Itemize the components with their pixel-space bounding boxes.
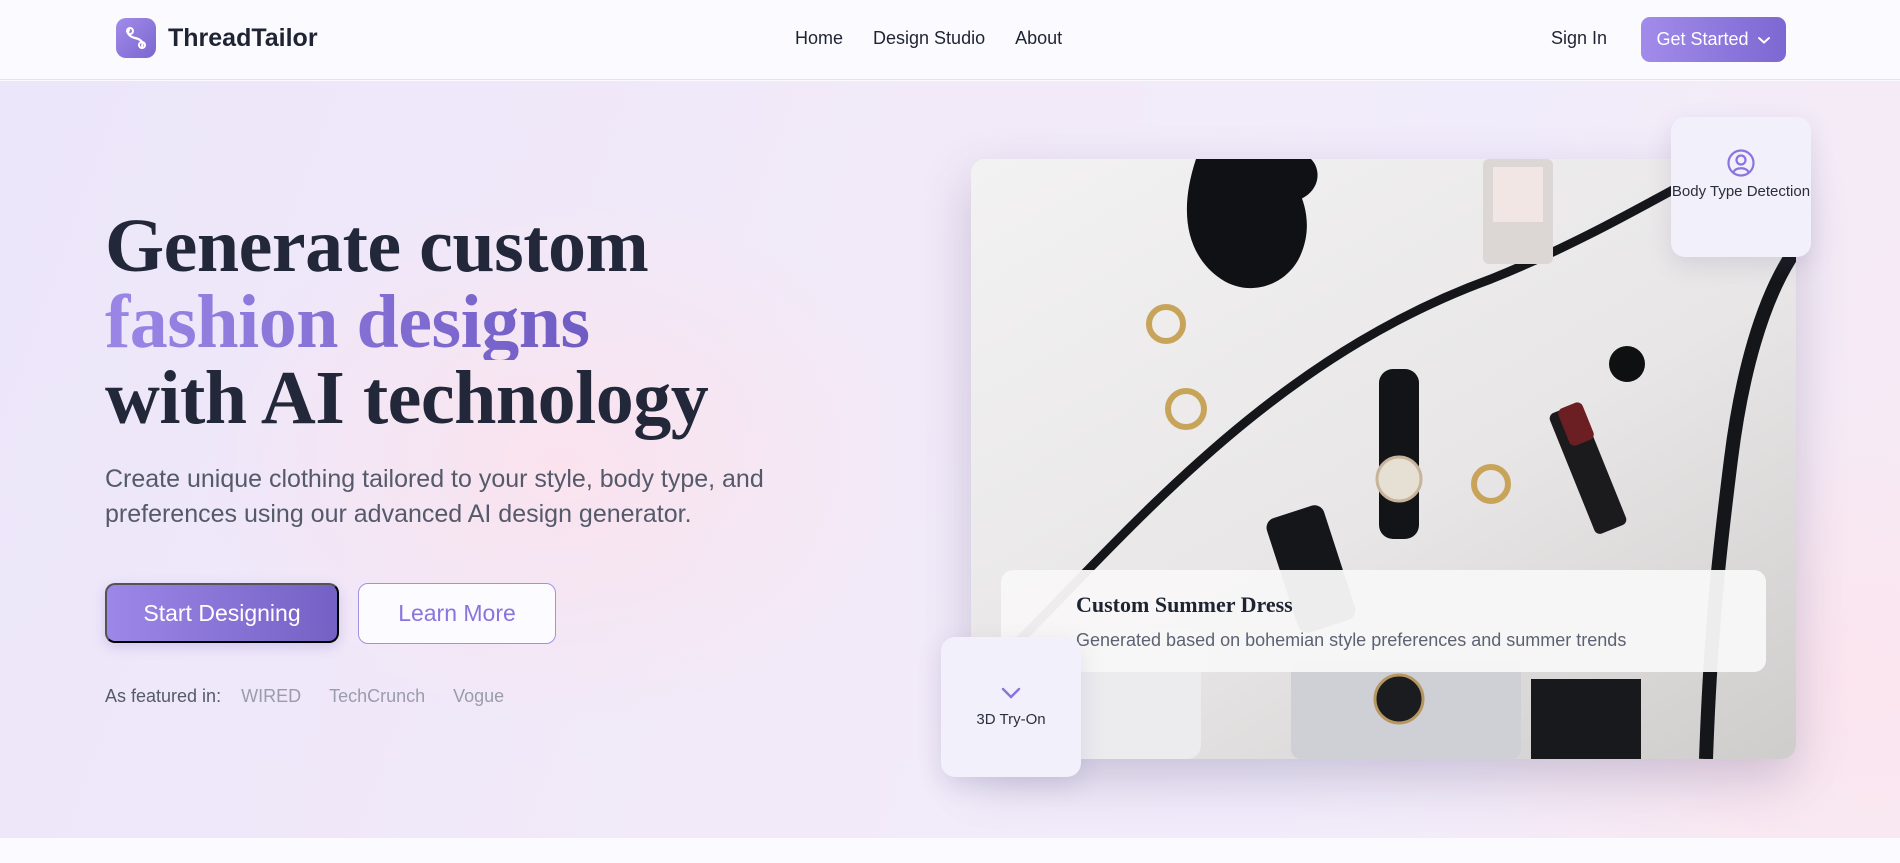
design-caption-card: Custom Summer Dress Generated based on b… <box>1001 570 1766 672</box>
featured-brand-vogue: Vogue <box>453 686 505 706</box>
chevron-down-icon <box>1757 36 1770 44</box>
get-started-button[interactable]: Get Started <box>1641 17 1786 62</box>
nav-home[interactable]: Home <box>795 28 843 49</box>
featured-in: As featured in: WIRED TechCrunch Vogue <box>105 686 504 707</box>
nav-about[interactable]: About <box>1015 28 1062 49</box>
featured-label: As featured in: <box>105 686 222 706</box>
logo[interactable]: ThreadTailor <box>116 18 318 58</box>
headline-line-1: Generate custom <box>105 204 649 288</box>
caption-subtitle: Generated based on bohemian style prefer… <box>1076 630 1627 650</box>
user-circle-icon <box>1726 148 1756 178</box>
hero-headline: Generate custom fashion designs with AI … <box>105 208 709 436</box>
3d-try-on-badge: 3D Try-On <box>941 637 1081 777</box>
get-started-label: Get Started <box>1656 29 1749 49</box>
learn-more-button[interactable]: Learn More <box>358 583 556 644</box>
start-designing-button[interactable]: Start Designing <box>105 583 339 643</box>
featured-brand-wired: WIRED <box>241 686 302 706</box>
body-type-detection-badge: Body Type Detection <box>1671 117 1811 257</box>
body-type-label: Body Type Detection <box>1671 183 1811 200</box>
headline-line-3: with AI technology <box>105 356 709 440</box>
site-header: ThreadTailor Home Design Studio About Si… <box>0 0 1900 80</box>
brand-name: ThreadTailor <box>168 23 318 52</box>
hero-subtext: Create unique clothing tailored to your … <box>105 465 764 528</box>
chevron-down-icon <box>999 683 1023 703</box>
sign-in-link[interactable]: Sign In <box>1551 28 1607 49</box>
caption-title: Custom Summer Dress <box>1076 592 1293 617</box>
headline-line-2: fashion designs <box>105 280 590 364</box>
section-divider <box>0 838 1900 863</box>
featured-brand-techcrunch: TechCrunch <box>329 686 426 706</box>
main-nav: Home Design Studio About <box>795 28 1062 49</box>
thread-needle-icon <box>116 18 156 58</box>
3d-try-on-label: 3D Try-On <box>976 711 1046 728</box>
nav-design-studio[interactable]: Design Studio <box>873 28 985 49</box>
